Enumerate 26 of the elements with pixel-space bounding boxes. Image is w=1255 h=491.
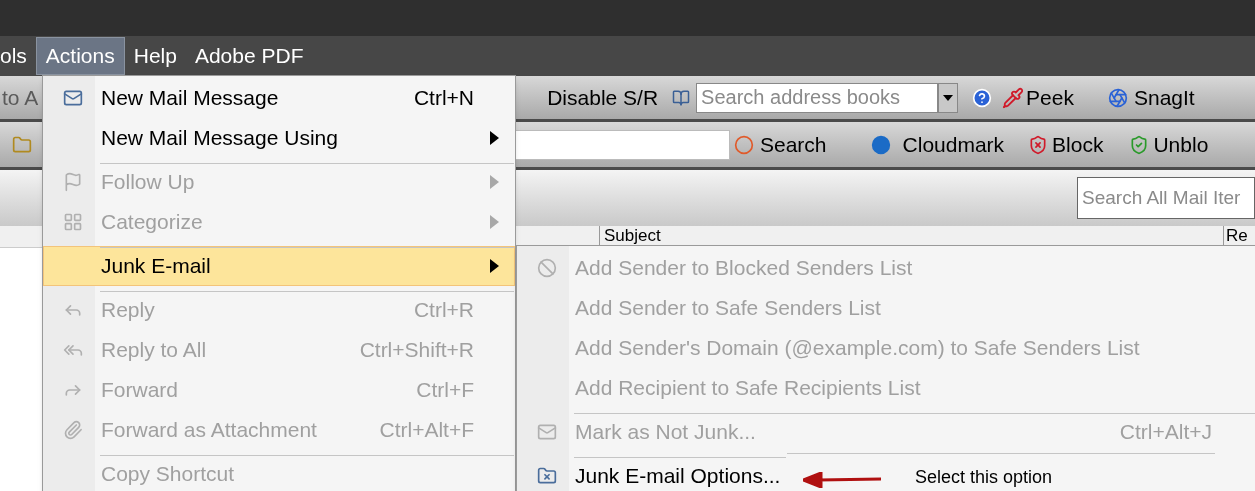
menu-bar-item[interactable]: Adobe PDF — [185, 37, 313, 75]
column-header-label[interactable]: Re — [1224, 226, 1250, 246]
menu-item[interactable]: New Mail Message Using — [43, 118, 515, 158]
block-button[interactable]: Block — [1052, 128, 1104, 161]
search-button[interactable]: Search — [760, 128, 827, 161]
unblock-button[interactable]: Unblo — [1153, 128, 1209, 161]
menu-bar-item[interactable]: ols — [0, 37, 36, 75]
menu-bar-item[interactable]: Actions — [35, 37, 125, 75]
cloudmark-button[interactable]: Cloudmark — [902, 128, 1005, 161]
disable-send-receive-button[interactable]: Disable S/R — [543, 81, 663, 114]
peek-button[interactable]: Peek — [1026, 81, 1074, 114]
shortcut-label: Ctrl+Alt+F — [379, 417, 474, 444]
snagit-button[interactable]: SnagIt — [1133, 81, 1195, 114]
menu-item[interactable]: Junk E-mail Options... — [517, 456, 788, 491]
toolbar-button[interactable]: to A — [2, 81, 39, 114]
shortcut-label: Ctrl+Shift+R — [359, 337, 474, 364]
menu-item[interactable]: New Mail Message Ctrl+N — [43, 78, 515, 118]
address-search-field[interactable]: Search address books — [696, 82, 939, 113]
shortcut-label: Ctrl+R — [413, 297, 474, 324]
annotation-text: Select this option — [915, 466, 1053, 489]
shortcut-label: Ctrl+Alt+J — [1119, 419, 1212, 446]
mail-search-field[interactable]: Search All Mail Iter — [1077, 177, 1255, 219]
menu-bar-item[interactable]: Help — [124, 37, 186, 75]
shortcut-label: Ctrl+F — [416, 377, 474, 404]
menu-item[interactable]: Junk E-mail — [43, 246, 515, 286]
shortcut-label: Ctrl+N — [413, 85, 474, 112]
